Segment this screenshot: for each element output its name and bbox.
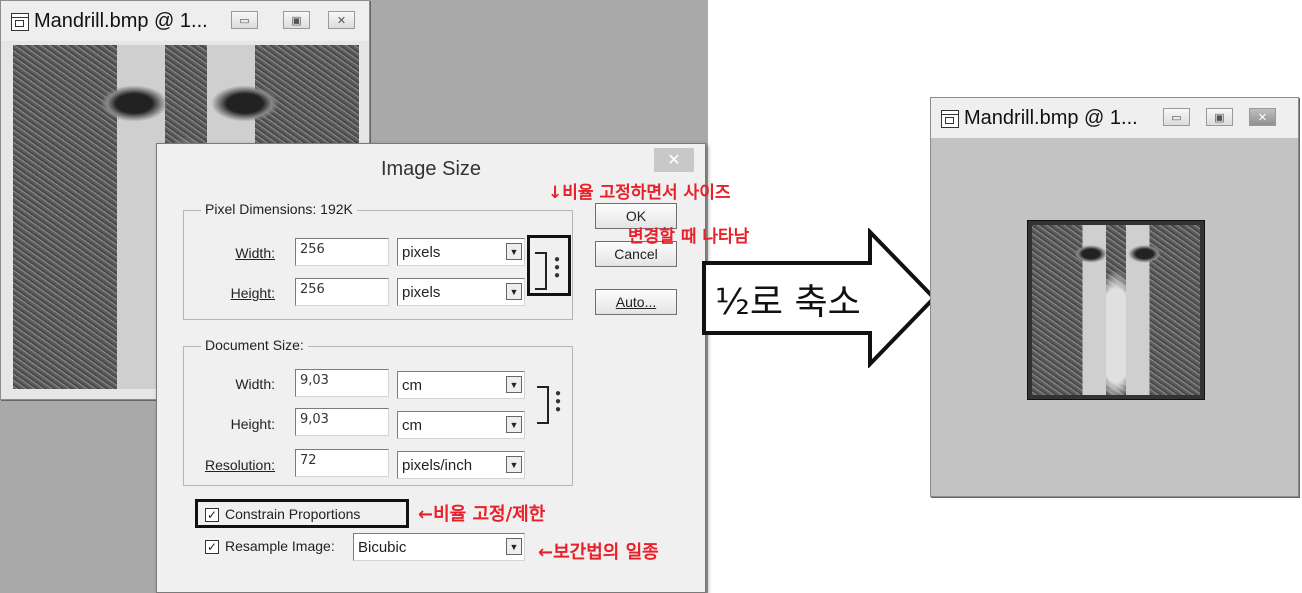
pixel-width-unit-select[interactable]: pixels ▼ (397, 238, 525, 266)
dialog-close-button[interactable]: ✕ (654, 148, 694, 172)
pixel-height-input[interactable]: 256 (295, 278, 389, 306)
close-button[interactable]: ✕ (328, 11, 355, 29)
close-button[interactable]: ✕ (1249, 108, 1276, 126)
chevron-down-icon: ▼ (506, 538, 522, 555)
resolution-unit-select[interactable]: pixels/inch ▼ (397, 451, 525, 479)
pixel-width-label: Width: (235, 245, 275, 261)
minimize-button[interactable]: ▭ (1163, 108, 1190, 126)
doc-width-input[interactable]: 9,03 (295, 369, 389, 397)
resolution-label: Resolution: (204, 457, 275, 473)
arrow-label: ½로 축소 (715, 282, 861, 323)
chevron-down-icon: ▼ (506, 416, 522, 433)
resample-annotation: ←보간법의 일종 (538, 542, 659, 563)
resolution-input[interactable]: 72 (295, 449, 389, 477)
doc-width-label: Width: (235, 376, 275, 392)
doc-height-input[interactable]: 9,03 (295, 408, 389, 436)
mandrill-image-small (1032, 225, 1200, 395)
constrain-proportions-checkbox[interactable]: ✓ (205, 508, 219, 522)
chain-link-icon: ● ● ● (554, 388, 562, 415)
auto-button[interactable]: Auto... (595, 289, 677, 315)
chain-annotation-line1: ↓비율 고정하면서 사이즈 (548, 183, 731, 203)
pixel-height-label: Height: (230, 285, 275, 301)
resample-image-label: Resample Image: (225, 538, 335, 554)
maximize-button[interactable]: ▣ (283, 11, 310, 29)
chain-highlight-box (527, 235, 571, 296)
pixel-width-input[interactable]: 256 (295, 238, 389, 266)
document-icon (11, 13, 29, 31)
resample-method-select[interactable]: Bicubic ▼ (353, 533, 525, 561)
document-size-legend: Document Size: (201, 337, 308, 353)
minimize-button[interactable]: ▭ (231, 11, 258, 29)
pixel-height-unit-select[interactable]: pixels ▼ (397, 278, 525, 306)
resample-image-checkbox[interactable]: ✓ (205, 540, 219, 554)
chevron-down-icon: ▼ (506, 243, 522, 260)
maximize-button[interactable]: ▣ (1206, 108, 1233, 126)
window-titlebar[interactable]: Mandrill.bmp @ 1... ▭ ▣ ✕ (931, 98, 1298, 138)
doc-height-label: Height: (230, 416, 275, 432)
chevron-down-icon: ▼ (506, 283, 522, 300)
constrain-proportions-label: Constrain Proportions (225, 506, 361, 522)
document-icon (941, 110, 959, 128)
chevron-down-icon: ▼ (506, 376, 522, 393)
doc-height-unit-select[interactable]: cm ▼ (397, 411, 525, 439)
constrain-annotation: ←비율 고정/제한 (418, 504, 546, 525)
window-title: Mandrill.bmp @ 1... (34, 10, 208, 32)
doc-link-bracket (537, 386, 549, 424)
window-title: Mandrill.bmp @ 1... (964, 107, 1138, 129)
window-titlebar[interactable]: Mandrill.bmp @ 1... ▭ ▣ ✕ (1, 1, 369, 41)
doc-width-unit-select[interactable]: cm ▼ (397, 371, 525, 399)
resized-image-frame (1027, 220, 1205, 400)
document-window-resized[interactable]: Mandrill.bmp @ 1... ▭ ▣ ✕ (930, 97, 1299, 497)
chevron-down-icon: ▼ (506, 456, 522, 473)
pixel-dimensions-legend: Pixel Dimensions: 192K (201, 201, 357, 217)
